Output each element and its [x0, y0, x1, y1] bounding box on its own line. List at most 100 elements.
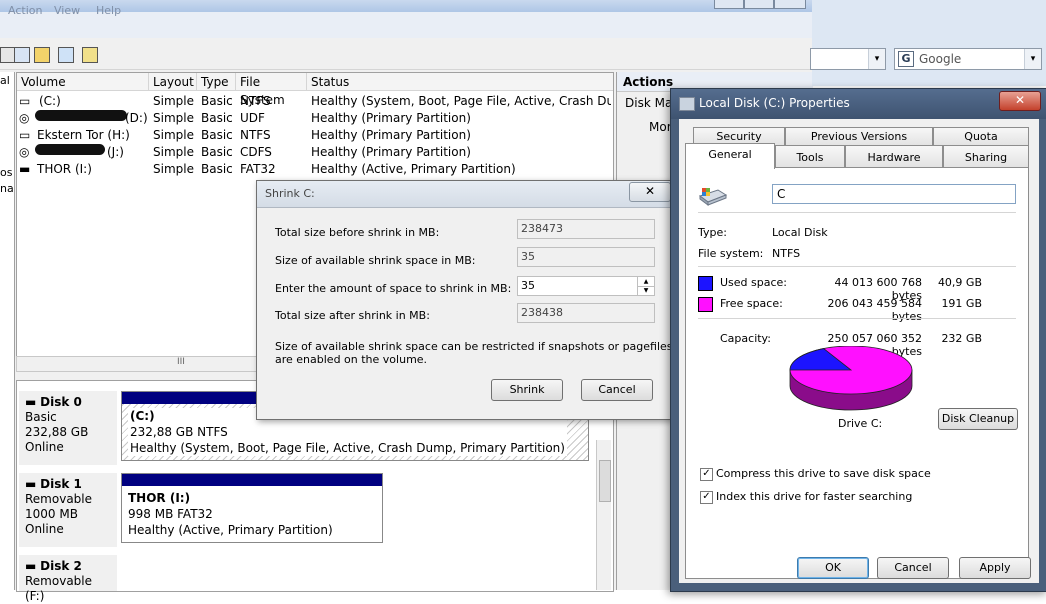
volume-fs: NTFS [240, 128, 271, 142]
column-header-status[interactable]: Status [307, 73, 613, 91]
close-icon[interactable]: ✕ [999, 91, 1041, 111]
menu-help[interactable]: Help [96, 4, 121, 17]
ok-button[interactable]: OK [797, 557, 869, 579]
volume-status: Healthy (Primary Partition) [311, 111, 471, 125]
search-box[interactable]: G Google ▾ [894, 48, 1042, 70]
volume-name: (J:) [107, 145, 124, 159]
toolbar [0, 41, 812, 70]
volume-status: Healthy (Primary Partition) [311, 145, 471, 159]
tree-text: na [0, 182, 14, 195]
capacity-gb: 232 GB [941, 332, 982, 345]
column-header-type[interactable]: Type [197, 73, 236, 91]
scroll-thumb[interactable] [599, 460, 611, 502]
cancel-button[interactable]: Cancel [581, 379, 653, 401]
volume-status: Healthy (Active, Primary Partition) [311, 162, 516, 176]
free-space-swatch [698, 297, 713, 312]
minimize-button[interactable] [714, 0, 744, 9]
compress-checkbox[interactable]: ✓ [700, 468, 713, 481]
disk-0-info[interactable]: ▬ Disk 0 Basic 232,88 GB Online [19, 391, 117, 465]
disk-icon: ▬ [25, 477, 41, 491]
disk-0-title: ▬ Disk 0 [25, 395, 82, 409]
table-row[interactable]: ▭ Ekstern Tor (H:) Simple Basic NTFS Hea… [17, 127, 613, 144]
tab-tools[interactable]: Tools [775, 145, 845, 167]
disk-2-title: ▬ Disk 2 [25, 559, 82, 573]
search-placeholder: Google [919, 52, 962, 66]
table-row[interactable]: ▭ (C:) Simple Basic NTFS Healthy (System… [17, 93, 613, 110]
disk-1-size: 1000 MB [25, 507, 78, 521]
tab-previous-versions[interactable]: Previous Versions [785, 127, 933, 145]
partition-size: 232,88 GB NTFS [130, 425, 228, 439]
volume-status: Healthy (Primary Partition) [311, 128, 471, 142]
drive-icon [679, 97, 695, 111]
table-row[interactable]: ◎ (J:) Simple Basic CDFS Healthy (Primar… [17, 144, 613, 161]
search-icon[interactable] [58, 47, 74, 63]
table-row[interactable]: ◎ (D:) Simple Basic UDF Healthy (Primary… [17, 110, 613, 127]
divider [698, 318, 1016, 319]
spin-buttons[interactable]: ▲ ▼ [637, 277, 654, 295]
disk-0-kind: Basic [25, 410, 57, 424]
chevron-down-icon[interactable]: ▾ [868, 49, 885, 69]
folder-open-icon[interactable] [34, 47, 50, 63]
spin-down-icon[interactable]: ▼ [638, 287, 654, 295]
cancel-button[interactable]: Cancel [877, 557, 949, 579]
amount-to-shrink-label: Enter the amount of space to shrink in M… [275, 282, 512, 295]
disk-cleanup-button[interactable]: Disk Cleanup [938, 408, 1018, 430]
shrink-title-bar: Shrink C: ✕ [257, 181, 671, 208]
shrink-button[interactable]: Shrink [491, 379, 563, 401]
volume-status: Healthy (System, Boot, Page File, Active… [311, 94, 611, 108]
drive-name-input[interactable]: C [772, 184, 1016, 204]
chevron-down-icon[interactable]: ▾ [1024, 49, 1041, 69]
filesystem-value: NTFS [772, 247, 801, 260]
address-bar[interactable]: ▾ [810, 48, 886, 70]
tab-quota[interactable]: Quota [933, 127, 1029, 145]
console-tree-sliver: al os na [0, 72, 15, 590]
used-space-label: Used space: [720, 276, 788, 289]
volume-fs: NTFS [240, 94, 271, 108]
index-checkbox[interactable]: ✓ [700, 491, 713, 504]
google-icon: G [898, 51, 914, 67]
volume-name: (C:) [39, 94, 61, 108]
volume-type: Basic [201, 145, 233, 159]
maximize-button[interactable] [744, 0, 774, 9]
total-before-label: Total size before shrink in MB: [275, 226, 440, 239]
tab-hardware[interactable]: Hardware [845, 145, 943, 167]
used-space-gb: 40,9 GB [937, 276, 982, 289]
column-header-layout[interactable]: Layout [149, 73, 197, 91]
total-after-label: Total size after shrink in MB: [275, 309, 430, 322]
shrink-note-line1: Size of available shrink space can be re… [275, 340, 673, 353]
type-label: Type: [698, 226, 727, 239]
disk-1-info[interactable]: ▬ Disk 1 Removable 1000 MB Online [19, 473, 117, 547]
free-space-label: Free space: [720, 297, 783, 310]
column-header-volume[interactable]: Volume [17, 73, 149, 91]
menu-view[interactable]: View [54, 4, 80, 17]
actions-more[interactable]: Mor [649, 120, 672, 134]
optical-drive-icon: ◎ [19, 145, 30, 159]
properties-icon[interactable] [14, 47, 30, 63]
tab-sharing[interactable]: Sharing [943, 145, 1029, 167]
disk-2-info[interactable]: ▬ Disk 2 Removable (F:) [19, 555, 117, 603]
tab-general[interactable]: General [685, 143, 775, 169]
window-controls [714, 0, 806, 9]
table-row[interactable]: ▬ THOR (I:) Simple Basic FAT32 Healthy (… [17, 161, 613, 178]
close-button[interactable] [774, 0, 806, 9]
column-header-filesystem[interactable]: File System [236, 73, 307, 107]
partition-thor[interactable]: THOR (I:) 998 MB FAT32 Healthy (Active, … [121, 473, 383, 543]
apply-button[interactable]: Apply [959, 557, 1031, 579]
menu-action[interactable]: Action [8, 4, 42, 17]
amount-to-shrink-input[interactable]: 35 ▲ ▼ [517, 276, 655, 296]
vertical-scrollbar[interactable] [596, 440, 611, 590]
divider [698, 266, 1016, 267]
disk-0-size: 232,88 GB [25, 425, 89, 439]
compress-label: Compress this drive to save disk space [716, 467, 931, 480]
spin-up-icon[interactable]: ▲ [638, 277, 654, 287]
volume-name: (D:) [125, 111, 148, 125]
tree-text: os [0, 166, 13, 179]
settings-icon[interactable] [82, 47, 98, 63]
volume-name: Ekstern Tor (H:) [37, 128, 130, 142]
used-space-swatch [698, 276, 713, 291]
scroll-grip: III [177, 357, 185, 367]
partition-title: THOR (I:) [128, 491, 191, 505]
disk-0-state: Online [25, 440, 64, 454]
close-icon[interactable]: ✕ [629, 182, 671, 202]
filesystem-label: File system: [698, 247, 764, 260]
